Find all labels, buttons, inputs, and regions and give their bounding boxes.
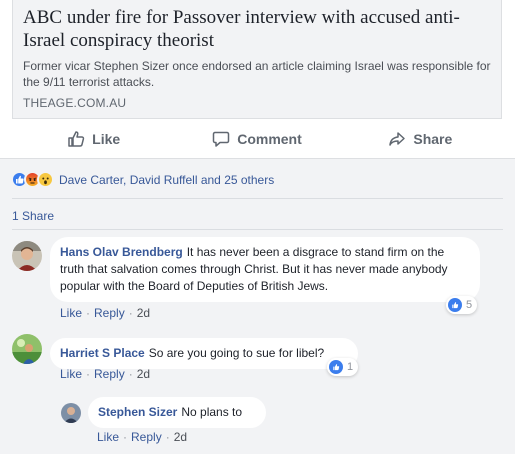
comment-author[interactable]: Harriet S Place	[60, 346, 145, 360]
post-action-bar: Like Comment Share	[12, 120, 502, 158]
avatar[interactable]	[61, 403, 81, 423]
comment-bubble: Hans Olav Brendberg It has never been a d…	[50, 237, 480, 302]
share-count[interactable]: 1 Share	[12, 209, 54, 223]
reply-time[interactable]: 2d	[174, 430, 187, 444]
comment-meta: Like · Reply · 2d	[60, 306, 151, 320]
share-arrow-icon	[388, 130, 406, 148]
reply-reply-link[interactable]: Reply	[131, 430, 162, 444]
reply-author[interactable]: Stephen Sizer	[98, 405, 177, 419]
reply-text: No plans to	[181, 405, 243, 419]
reply-bubble: Stephen Sizer No plans to	[88, 397, 266, 428]
comment-like-link[interactable]: Like	[60, 367, 82, 381]
comment-reply-link[interactable]: Reply	[94, 306, 125, 320]
separator	[12, 198, 503, 199]
comment-like-link[interactable]: Like	[60, 306, 82, 320]
comment-reaction-badge[interactable]: 5	[446, 296, 478, 314]
wow-reaction-icon	[37, 171, 54, 188]
link-description: Former vicar Stephen Sizer once endorsed…	[23, 59, 491, 89]
avatar[interactable]	[12, 334, 42, 364]
link-preview-card[interactable]: ABC under fire for Passover interview wi…	[12, 0, 502, 119]
link-title[interactable]: ABC under fire for Passover interview wi…	[23, 6, 497, 52]
thumbs-up-icon	[67, 130, 85, 148]
comment-button[interactable]: Comment	[175, 130, 338, 148]
like-reaction-icon	[448, 298, 462, 312]
reactions-names[interactable]: Dave Carter, David Ruffell and 25 others	[59, 173, 274, 187]
comment-reply-link[interactable]: Reply	[94, 367, 125, 381]
comment-author[interactable]: Hans Olav Brendberg	[60, 245, 183, 259]
comment-text: So are you going to sue for libel?	[148, 346, 325, 360]
comment-time[interactable]: 2d	[137, 367, 150, 381]
comment-bubble: Harriet S Place So are you going to sue f…	[50, 338, 358, 369]
like-reaction-icon	[329, 360, 343, 374]
reaction-count: 5	[466, 299, 473, 311]
reply-like-link[interactable]: Like	[97, 430, 119, 444]
share-label: Share	[413, 131, 453, 147]
like-label: Like	[92, 131, 121, 147]
avatar[interactable]	[12, 241, 42, 271]
link-domain: THEAGE.COM.AU	[23, 96, 127, 110]
like-button[interactable]: Like	[12, 130, 175, 148]
comment-icon	[212, 130, 230, 148]
separator	[12, 229, 503, 230]
comment-label: Comment	[237, 131, 302, 147]
share-button[interactable]: Share	[339, 130, 502, 148]
comment-meta: Like · Reply · 2d	[60, 367, 151, 381]
reply-meta: Like · Reply · 2d	[97, 430, 188, 444]
reaction-count: 1	[347, 361, 354, 373]
comment-reaction-badge[interactable]: 1	[327, 358, 359, 376]
reactions-summary[interactable]: Dave Carter, David Ruffell and 25 others	[11, 171, 274, 188]
comment-time[interactable]: 2d	[137, 306, 150, 320]
